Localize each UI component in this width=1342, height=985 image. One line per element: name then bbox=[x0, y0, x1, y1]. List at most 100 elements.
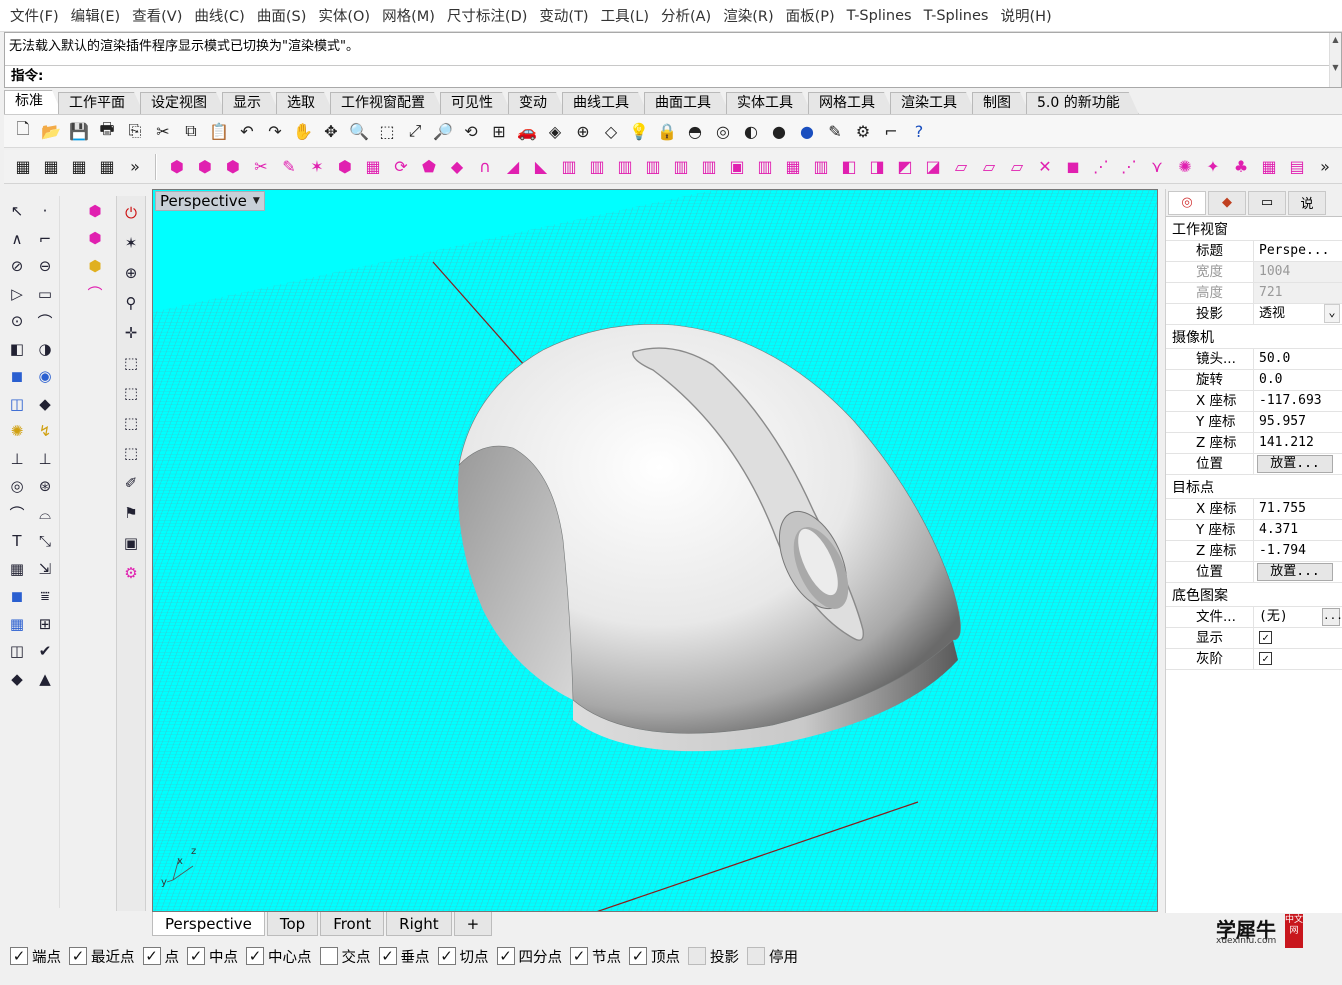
osnap-10[interactable]: ✓ 顶点 bbox=[629, 946, 680, 967]
transform-icon[interactable]: ✺ bbox=[4, 418, 30, 444]
property-value[interactable]: (无)... bbox=[1254, 607, 1342, 627]
tspline-tool-42-icon[interactable]: ✺ bbox=[1172, 154, 1198, 180]
manipulator-icon[interactable]: ✛ bbox=[118, 320, 144, 346]
tspline-box2-icon[interactable]: ⬢ bbox=[82, 226, 108, 252]
highlight-icon[interactable]: ✎ bbox=[822, 118, 848, 144]
osnap-checkbox[interactable]: ✓ bbox=[437, 947, 456, 965]
cut-icon[interactable]: ✂ bbox=[150, 118, 176, 144]
array-icon[interactable]: ⊛ bbox=[32, 473, 58, 499]
tspline-tool-25-icon[interactable]: ▥ bbox=[696, 154, 722, 180]
tspline-tool-26-icon[interactable]: ▣ bbox=[724, 154, 750, 180]
osnap-checkbox[interactable] bbox=[688, 947, 706, 965]
ellipse-icon[interactable]: ⊖ bbox=[32, 253, 58, 279]
check-icon[interactable]: ✔ bbox=[32, 638, 58, 664]
tspline-tool-7-icon[interactable]: ⬢ bbox=[192, 154, 218, 180]
menu-item-11[interactable]: 渲染(R) bbox=[717, 5, 779, 26]
undo-icon[interactable]: ↶ bbox=[234, 118, 260, 144]
tspline-tool-9-icon[interactable]: ✂ bbox=[248, 154, 274, 180]
menu-item-6[interactable]: 网格(M) bbox=[376, 5, 441, 26]
properties-tab-material[interactable]: ◆ bbox=[1208, 190, 1246, 215]
tspline-tool-19-icon[interactable]: ◣ bbox=[528, 154, 554, 180]
render-icon[interactable]: ◆ bbox=[4, 666, 30, 692]
color-wheel-icon[interactable]: ◎ bbox=[710, 118, 736, 144]
select-icon[interactable]: ↖ bbox=[4, 198, 30, 224]
tspline-tool-23-icon[interactable]: ▥ bbox=[640, 154, 666, 180]
menu-item-2[interactable]: 查看(V) bbox=[126, 5, 188, 26]
split-icon[interactable]: ▦ bbox=[4, 556, 30, 582]
tspline-tool-21-icon[interactable]: ▥ bbox=[584, 154, 610, 180]
toolbar-tab-7[interactable]: 变动 bbox=[508, 92, 566, 114]
dimension-icon[interactable]: ⌐ bbox=[878, 118, 904, 144]
property-checkbox-cell[interactable]: ✓ bbox=[1254, 649, 1342, 669]
cube-object-icon[interactable]: ⬚ bbox=[118, 440, 144, 466]
osnap-checkbox[interactable]: ✓ bbox=[10, 947, 28, 965]
zoom-selected-icon[interactable]: 🔎 bbox=[430, 118, 456, 144]
toolbar-tab-8[interactable]: 曲线工具 bbox=[562, 92, 648, 114]
print-icon[interactable]: 🖶 bbox=[94, 118, 120, 144]
osnap-5[interactable]: 交点 bbox=[319, 946, 371, 967]
car-icon[interactable]: 🚗 bbox=[514, 118, 540, 144]
revolve-icon[interactable]: ◑ bbox=[32, 336, 58, 362]
fillet-icon[interactable]: ⌒ bbox=[4, 501, 30, 527]
osnap-3[interactable]: ✓ 中点 bbox=[187, 946, 238, 967]
toolbar-tab-2[interactable]: 设定视图 bbox=[140, 92, 226, 114]
menu-item-10[interactable]: 分析(A) bbox=[655, 5, 717, 26]
tspline-tool-27-icon[interactable]: ▥ bbox=[752, 154, 778, 180]
solid-edit-icon[interactable]: ◆ bbox=[32, 391, 58, 417]
tspline-tool-40-icon[interactable]: ⋰ bbox=[1116, 154, 1142, 180]
tspline-tool-35-icon[interactable]: ▱ bbox=[976, 154, 1002, 180]
menu-item-7[interactable]: 尺寸标注(D) bbox=[441, 5, 533, 26]
rectangle-icon[interactable]: ▭ bbox=[32, 281, 58, 307]
osnap-checkbox[interactable]: ✓ bbox=[496, 947, 515, 965]
osnap-checkbox[interactable] bbox=[319, 947, 338, 965]
tspline-tool-3-icon[interactable]: ▦ bbox=[94, 154, 120, 180]
tspline-tool-6-icon[interactable]: ⬢ bbox=[164, 154, 190, 180]
tspline-tool-37-icon[interactable]: ✕ bbox=[1032, 154, 1058, 180]
toolbar-tab-13[interactable]: 制图 bbox=[972, 92, 1030, 114]
tspline-tool-39-icon[interactable]: ⋰ bbox=[1088, 154, 1114, 180]
cube-face-icon[interactable]: ⬚ bbox=[118, 410, 144, 436]
tspline-tool-0-icon[interactable]: ▦ bbox=[10, 154, 36, 180]
menu-item-5[interactable]: 实体(O) bbox=[312, 5, 376, 26]
tspline-tool-36-icon[interactable]: ▱ bbox=[1004, 154, 1030, 180]
property-checkbox-cell[interactable]: ✓ bbox=[1254, 628, 1342, 648]
sphere-icon[interactable]: ◉ bbox=[32, 363, 58, 389]
tspline-tool-32-icon[interactable]: ◩ bbox=[892, 154, 918, 180]
viewport-tab-1[interactable]: Top bbox=[266, 912, 319, 936]
scale-icon[interactable]: ↯ bbox=[32, 418, 58, 444]
checkbox[interactable]: ✓ bbox=[1259, 652, 1272, 665]
toolbar-tab-10[interactable]: 实体工具 bbox=[726, 92, 812, 114]
osnap-checkbox[interactable] bbox=[747, 947, 765, 965]
menu-item-1[interactable]: 编辑(E) bbox=[65, 5, 126, 26]
zoom-window-icon[interactable]: ⬚ bbox=[374, 118, 400, 144]
project-icon[interactable]: ⇲ bbox=[32, 556, 58, 582]
tspline-box-icon[interactable]: ⬢ bbox=[82, 198, 108, 224]
options-gear-icon[interactable]: ⚙ bbox=[850, 118, 876, 144]
checkbox[interactable]: ✓ bbox=[1259, 631, 1272, 644]
box-mode-icon[interactable]: ▣ bbox=[118, 530, 144, 556]
shade-icon[interactable]: ▲ bbox=[32, 666, 58, 692]
shaded-sphere-icon[interactable]: ◐ bbox=[738, 118, 764, 144]
menu-item-3[interactable]: 曲线(C) bbox=[188, 5, 250, 26]
tspline-tool-4-icon[interactable]: » bbox=[122, 154, 148, 180]
viewport-tab-2[interactable]: Front bbox=[320, 912, 385, 936]
place-button[interactable]: 放置... bbox=[1257, 455, 1333, 473]
toolbar-tab-11[interactable]: 网格工具 bbox=[808, 92, 894, 114]
tspline-tool-15-icon[interactable]: ⬟ bbox=[416, 154, 442, 180]
toolbar-tab-3[interactable]: 显示 bbox=[222, 92, 280, 114]
select-filter-icon[interactable]: ◈ bbox=[542, 118, 568, 144]
toolbar-tab-1[interactable]: 工作平面 bbox=[58, 92, 144, 114]
mesh-icon[interactable]: ▦ bbox=[4, 611, 30, 637]
property-value[interactable]: 95.957 bbox=[1254, 412, 1342, 432]
solid-tools-icon[interactable]: ◼ bbox=[4, 583, 30, 609]
property-value[interactable]: 4.371 bbox=[1254, 520, 1342, 540]
osnap-checkbox[interactable]: ✓ bbox=[69, 947, 87, 965]
viewport-title-menu[interactable]: Perspective ▼ bbox=[155, 191, 265, 211]
tspline-tool-1-icon[interactable]: ▦ bbox=[38, 154, 64, 180]
osnap-checkbox[interactable]: ✓ bbox=[378, 947, 397, 965]
tspline-tool-28-icon[interactable]: ▦ bbox=[780, 154, 806, 180]
export-icon[interactable]: ⎘ bbox=[122, 118, 148, 144]
polygon-icon[interactable]: ▷ bbox=[4, 281, 30, 307]
viewport-tab-3[interactable]: Right bbox=[386, 912, 452, 936]
layer-icon[interactable]: ◇ bbox=[598, 118, 624, 144]
